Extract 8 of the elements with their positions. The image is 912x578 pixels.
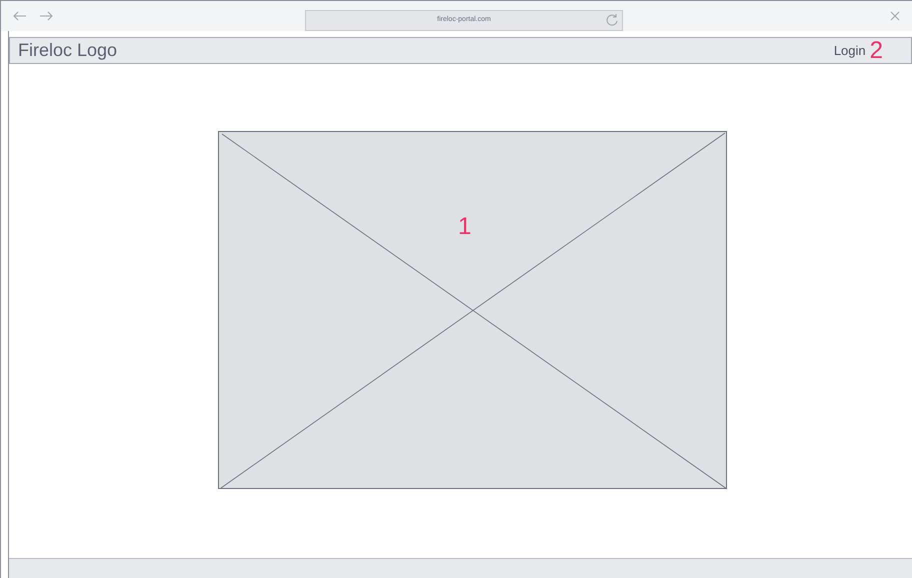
reload-icon[interactable] bbox=[605, 13, 619, 27]
forward-icon[interactable] bbox=[39, 11, 53, 21]
close-icon[interactable] bbox=[890, 11, 900, 21]
logo-text[interactable]: Fireloc Logo bbox=[18, 37, 118, 64]
annotation-number: 2 bbox=[870, 38, 883, 62]
annotation-number: 1 bbox=[458, 215, 472, 239]
back-icon[interactable] bbox=[13, 11, 27, 21]
login-link[interactable]: Login bbox=[834, 40, 866, 60]
